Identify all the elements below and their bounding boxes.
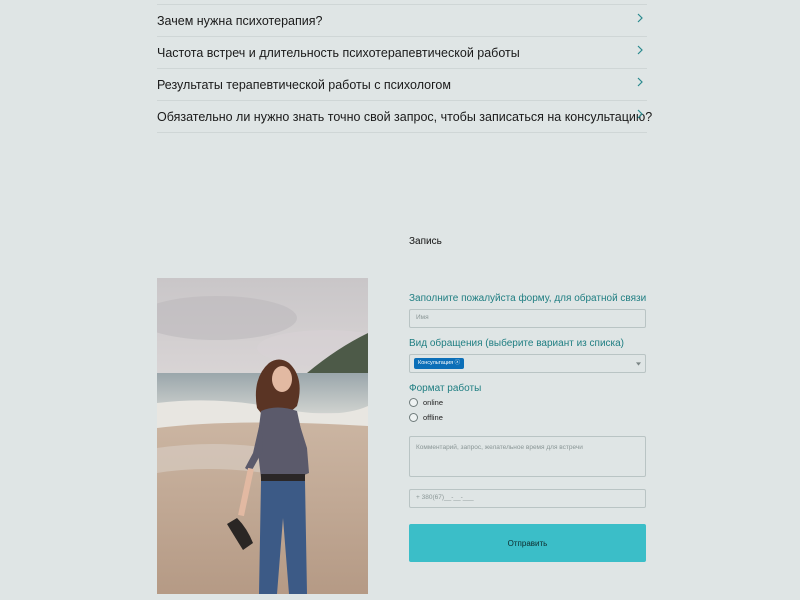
form-intro: Заполните пожалуйста форму, для обратной…: [409, 293, 647, 304]
faq-item[interactable]: Обязательно ли нужно знать точно свой за…: [157, 101, 652, 133]
name-placeholder: Имя: [416, 314, 429, 321]
radio-button[interactable]: [409, 398, 418, 407]
format-option-label: online: [423, 398, 444, 407]
format-option-online[interactable]: online: [409, 398, 443, 407]
phone-placeholder: + 380(67)__-__-___: [416, 494, 474, 501]
format-option-offline[interactable]: offline: [409, 413, 443, 422]
faq-list: Зачем нужна психотерапия? Частота встреч…: [157, 4, 652, 133]
comment-placeholder: Комментарий, запрос, желательное время д…: [416, 444, 583, 451]
chevron-right-icon: [637, 109, 643, 119]
request-type-label: Вид обращения (выберите вариант из списк…: [409, 338, 625, 349]
radio-button[interactable]: [409, 413, 418, 422]
phone-input[interactable]: + 380(67)__-__-___: [409, 489, 646, 508]
selected-tag-label: Консультация: [418, 360, 454, 366]
close-circle-icon[interactable]: ⓧ: [455, 360, 461, 366]
request-type-select[interactable]: Консультация ⓧ: [409, 354, 646, 373]
submit-label: Отправить: [507, 538, 548, 548]
form-title: Запись: [409, 236, 442, 247]
selected-tag[interactable]: Консультация ⓧ: [414, 358, 465, 369]
submit-button[interactable]: Отправить: [409, 524, 646, 562]
faq-question: Зачем нужна психотерапия?: [157, 13, 323, 28]
therapist-photo: [157, 278, 368, 594]
work-format-label: Формат работы: [409, 383, 482, 394]
faq-question: Обязательно ли нужно знать точно свой за…: [157, 109, 653, 124]
faq-question: Результаты терапевтической работы с псих…: [157, 77, 451, 92]
format-option-label: offline: [423, 413, 443, 422]
faq-item[interactable]: Частота встреч и длительность психотерап…: [157, 37, 647, 69]
chevron-down-icon: [636, 362, 641, 366]
chevron-right-icon: [637, 77, 643, 87]
comment-textarea[interactable]: Комментарий, запрос, желательное время д…: [409, 436, 646, 477]
chevron-right-icon: [637, 45, 643, 55]
faq-question: Частота встреч и длительность психотерап…: [157, 45, 520, 60]
chevron-right-icon: [637, 13, 643, 23]
faq-item[interactable]: Зачем нужна психотерапия?: [157, 5, 647, 37]
name-input[interactable]: Имя: [409, 309, 646, 328]
faq-item[interactable]: Результаты терапевтической работы с псих…: [157, 69, 647, 101]
